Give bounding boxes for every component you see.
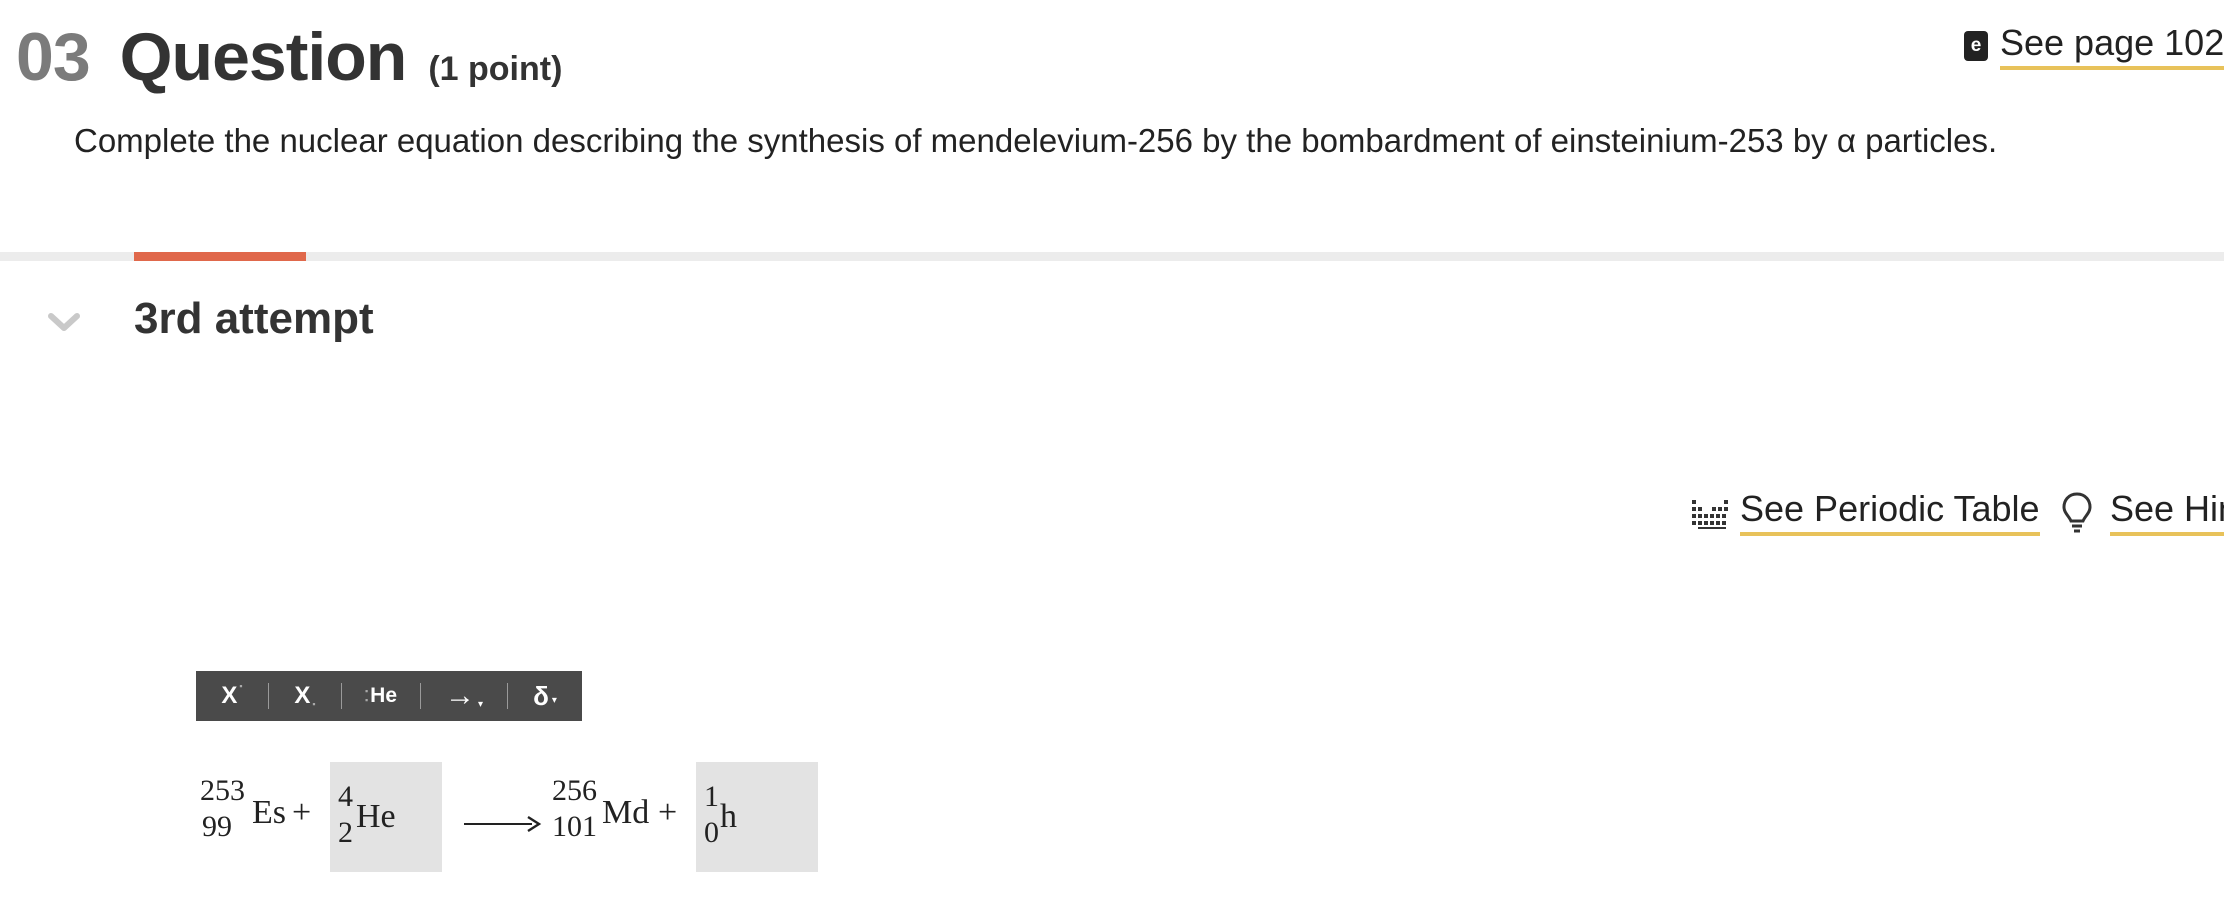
- nuclide-indicator-icon: ▪ ▪: [364, 686, 369, 705]
- mass-number[interactable]: 4: [338, 782, 353, 812]
- question-points: (1 point): [428, 50, 563, 88]
- arrow-menu-button[interactable]: → ▾: [421, 671, 507, 721]
- reaction-arrow-icon: [464, 814, 542, 834]
- ebook-icon: e: [1964, 31, 1988, 61]
- nuclide-template-button[interactable]: ▪ ▪ He: [342, 671, 420, 721]
- superscript-glyph: X: [221, 682, 238, 709]
- atomic-number: 99: [202, 810, 232, 843]
- plus-sign: +: [292, 794, 312, 831]
- arrow-glyph: →: [444, 679, 475, 712]
- subscript-button[interactable]: X ▪: [269, 671, 341, 721]
- atomic-number: 101: [552, 810, 597, 843]
- chevron-down-icon[interactable]: [44, 302, 84, 342]
- attempt-title: 3rd attempt: [134, 294, 374, 343]
- question-header: 03 Question (1 point): [16, 18, 562, 98]
- dropdown-caret-icon: ▾: [477, 698, 484, 710]
- superscript-button[interactable]: X ▪: [196, 671, 268, 721]
- attempt-progress-bar: [0, 252, 2224, 261]
- mass-number: 253: [200, 774, 245, 807]
- see-page-link[interactable]: e See page 1020: [1964, 22, 2224, 70]
- see-page-label[interactable]: See page 1020: [2000, 22, 2224, 70]
- reactant-alpha-particle[interactable]: 4 2 He: [338, 762, 438, 872]
- subscript-glyph: X: [294, 682, 311, 709]
- subscript-indicator-icon: ▪: [312, 699, 316, 709]
- see-periodic-table-link[interactable]: See Periodic Table: [1690, 488, 2040, 536]
- dropdown-caret-icon: ▾: [551, 694, 557, 706]
- see-hint-link[interactable]: See Hint: [2060, 488, 2224, 536]
- lightbulb-icon: [2062, 492, 2092, 533]
- atomic-number[interactable]: 2: [338, 818, 353, 848]
- element-symbol: Es: [252, 794, 286, 831]
- product-neutron[interactable]: 1 0 h: [704, 762, 804, 872]
- atomic-number[interactable]: 0: [704, 818, 719, 848]
- element-symbol[interactable]: He: [356, 800, 396, 834]
- element-symbol[interactable]: h: [720, 800, 737, 834]
- mass-number: 256: [552, 774, 597, 807]
- nuclear-equation: 253 99 Es + 4 2 He 256 101 Md + 1 0 h: [200, 762, 840, 872]
- periodic-table-label[interactable]: See Periodic Table: [1740, 488, 2040, 536]
- element-symbol: Md: [602, 794, 650, 831]
- nuclide-template-glyph: He: [370, 684, 398, 707]
- question-number: 03: [16, 19, 91, 95]
- mass-number[interactable]: 1: [704, 782, 719, 812]
- plus-sign: +: [658, 794, 678, 831]
- attempt-progress-fill: [134, 252, 307, 261]
- delta-glyph: δ: [533, 680, 549, 711]
- symbols-menu-button[interactable]: δ ▾: [508, 671, 582, 721]
- hint-label[interactable]: See Hint: [2110, 488, 2224, 536]
- superscript-indicator-icon: ▪: [239, 681, 243, 691]
- question-title: Question: [119, 19, 408, 95]
- question-prompt: Complete the nuclear equation describing…: [74, 122, 1998, 159]
- equation-toolbar: X ▪ X ▪ ▪ ▪ He → ▾ δ ▾: [196, 671, 582, 721]
- periodic-table-icon: [1692, 500, 1728, 529]
